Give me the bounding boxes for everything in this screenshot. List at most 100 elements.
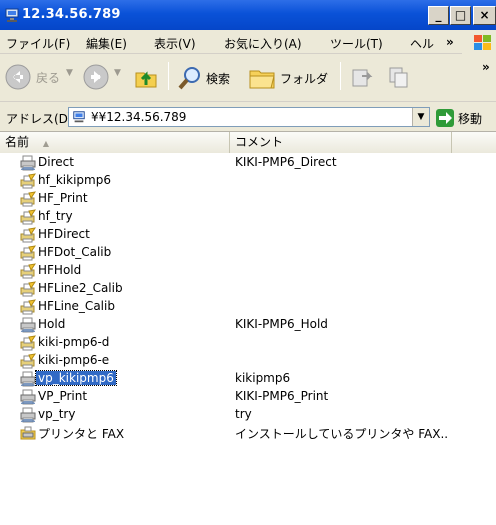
fax-printer-icon — [20, 335, 37, 351]
copy-to-icon[interactable] — [386, 64, 412, 90]
printer-icon — [20, 407, 36, 423]
fax-printer-icon — [20, 245, 37, 261]
search-label: 検索 — [206, 72, 231, 86]
column-header-empty[interactable] — [452, 132, 496, 153]
list-item[interactable]: vp_try try — [0, 406, 496, 424]
list-item[interactable]: vp_kikipmp6 kikipmp6 — [0, 370, 496, 388]
list-item[interactable]: VP_Print KIKI-PMP6_Print — [0, 388, 496, 406]
column-name-label: 名前 — [5, 135, 30, 149]
printers-folder-icon — [20, 425, 36, 441]
toolbar-overflow-chevron[interactable]: » — [482, 60, 490, 74]
list-item-comment: インストールしているプリンタや FAX.. — [235, 427, 449, 441]
list-item-comment: KIKI-PMP6_Print — [235, 389, 329, 403]
list-item[interactable]: HFDot_Calib — [0, 244, 496, 262]
go-label: 移動 — [458, 112, 483, 126]
list-item-name: HFLine2_Calib — [38, 281, 123, 295]
list-item[interactable]: HFLine2_Calib — [0, 280, 496, 298]
back-arrow-icon — [5, 64, 31, 90]
list-item-name: vp_kikipmp6 — [35, 370, 117, 386]
menu-tools[interactable]: ツール(T) — [330, 35, 383, 52]
list-item-name: hf_kikipmp6 — [38, 173, 111, 187]
go-arrow-icon — [436, 109, 454, 127]
back-button[interactable]: 戻る ▼ — [4, 62, 80, 92]
list-item-comment: KIKI-PMP6_Hold — [235, 317, 328, 331]
printer-icon — [20, 317, 36, 333]
network-computer-icon — [5, 8, 19, 22]
menu-overflow-chevron[interactable]: » — [446, 35, 454, 49]
folders-button[interactable]: フォルダ — [248, 62, 338, 92]
list-item-name: HF_Print — [38, 191, 88, 205]
list-item[interactable]: HF_Print — [0, 190, 496, 208]
list-item[interactable]: hf_kikipmp6 — [0, 172, 496, 190]
back-dropdown-icon[interactable]: ▼ — [66, 68, 73, 78]
list-item-comment: kikipmp6 — [235, 371, 291, 385]
list-item-name: kiki-pmp6-e — [38, 353, 110, 367]
menu-edit[interactable]: 編集(E) — [86, 35, 127, 52]
windows-logo-icon — [462, 32, 496, 54]
folder-icon — [249, 70, 275, 89]
list-item[interactable]: Hold KIKI-PMP6_Hold — [0, 316, 496, 334]
sort-ascending-icon: ▲ — [42, 139, 49, 148]
search-button[interactable]: 検索 — [176, 62, 244, 92]
list-item[interactable]: Direct KIKI-PMP6_Direct — [0, 154, 496, 172]
list-item-name: HFDot_Calib — [38, 245, 112, 259]
fax-printer-icon — [20, 299, 37, 315]
menu-favorites[interactable]: お気に入り(A) — [224, 35, 302, 52]
back-label: 戻る — [36, 71, 61, 85]
list-item-name: プリンタと FAX — [38, 427, 125, 441]
list-item-name: hf_try — [38, 209, 73, 223]
column-header-row: 名前 ▲ コメント — [0, 132, 496, 153]
list-item-name: Hold — [38, 317, 66, 331]
menu-view[interactable]: 表示(V) — [154, 35, 196, 52]
list-item[interactable]: HFDirect — [0, 226, 496, 244]
list-item-name: Direct — [38, 155, 74, 169]
list-item[interactable]: kiki-pmp6-d — [0, 334, 496, 352]
window-title: 12.34.56.789 — [22, 7, 121, 22]
list-item[interactable]: HFLine_Calib — [0, 298, 496, 316]
list-item-name: HFHold — [38, 263, 82, 277]
fax-printer-icon — [20, 227, 37, 243]
list-item[interactable]: hf_try — [0, 208, 496, 226]
printer-icon — [20, 371, 36, 387]
forward-dropdown-icon[interactable]: ▼ — [114, 68, 121, 78]
close-button[interactable]: × — [473, 6, 496, 25]
address-dropdown-button[interactable]: ▼ — [412, 108, 429, 126]
printer-icon — [20, 389, 36, 405]
folders-label: フォルダ — [280, 72, 329, 86]
file-list-view[interactable]: 名前 ▲ コメント Direct KIKI-PMP6_Direct hf_kikip… — [0, 132, 496, 525]
list-item-comment: KIKI-PMP6_Direct — [235, 155, 337, 169]
column-header-comment[interactable]: コメント — [230, 132, 452, 153]
fax-printer-icon — [20, 191, 37, 207]
list-item[interactable]: HFHold — [0, 262, 496, 280]
fax-printer-icon — [20, 173, 37, 189]
network-computer-icon — [73, 111, 85, 123]
list-item-name: HFLine_Calib — [38, 299, 115, 313]
list-item[interactable]: プリンタと FAX インストールしているプリンタや FAX.. — [0, 424, 496, 442]
menu-bar: ファイル(F) 編集(E) 表示(V) お気に入り(A) ツール(T) ヘル » — [0, 30, 496, 54]
minimize-button[interactable]: _ — [428, 6, 449, 25]
forward-arrow-icon — [83, 64, 109, 90]
column-header-name[interactable]: 名前 ▲ — [0, 132, 230, 153]
list-item-name: kiki-pmp6-d — [38, 335, 110, 349]
fax-printer-icon — [20, 281, 37, 297]
menu-file[interactable]: ファイル(F) — [6, 35, 70, 52]
list-item-name: HFDirect — [38, 227, 90, 241]
fax-printer-icon — [20, 209, 37, 225]
maximize-button[interactable]: □ — [450, 6, 471, 25]
standard-toolbar: 戻る ▼ ▼ 検索 フォルダ » — [0, 54, 496, 102]
printer-icon — [20, 155, 36, 171]
move-to-icon[interactable] — [350, 64, 376, 90]
address-input[interactable]: ¥¥12.34.56.789 ▼ — [68, 107, 430, 127]
menu-help[interactable]: ヘル — [410, 35, 434, 52]
up-folder-icon[interactable] — [132, 63, 160, 91]
address-label: アドレス(D) — [6, 112, 73, 126]
address-value: ¥¥12.34.56.789 — [91, 110, 187, 124]
address-bar: アドレス(D) ¥¥12.34.56.789 ▼ 移動 — [0, 102, 496, 132]
search-icon — [178, 67, 200, 90]
list-item[interactable]: kiki-pmp6-e — [0, 352, 496, 370]
title-bar[interactable]: 12.34.56.789 _ □ × — [0, 0, 496, 30]
forward-button[interactable]: ▼ — [82, 62, 128, 92]
fax-printer-icon — [20, 263, 37, 279]
go-button[interactable]: 移動 — [434, 108, 496, 128]
toolbar-separator — [340, 62, 341, 90]
